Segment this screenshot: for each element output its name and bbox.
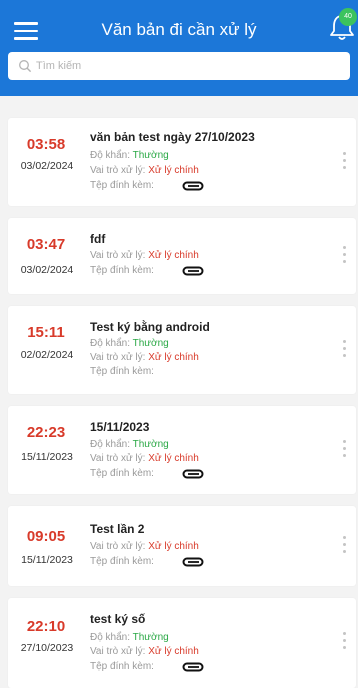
item-date: 15/11/2023 [21, 451, 73, 463]
item-time: 03:58 [26, 136, 66, 153]
list-item[interactable]: 03:47 03/02/2024 fdf Vai trò xử lý: Xử l… [8, 218, 356, 294]
urgency-row: Độ khẩn: Thường [90, 439, 169, 450]
role-row: Vai trò xử lý: Xử lý chính [90, 250, 199, 261]
item-title: văn bản test ngày 27/10/2023 [90, 130, 255, 144]
list-item[interactable]: 22:10 27/10/2023 test ký số Độ khẩn: Thư… [8, 598, 356, 688]
urgency-row: Độ khẩn: Thường [90, 338, 169, 349]
page-title: Văn bản đi cần xử lý [101, 20, 257, 39]
more-vertical-icon[interactable] [342, 536, 348, 556]
list-item[interactable]: 09:05 15/11/2023 Test lần 2 Vai trò xử l… [8, 506, 356, 586]
more-vertical-icon[interactable] [342, 440, 348, 460]
attachment-row: Tệp đính kèm: [90, 661, 154, 672]
more-vertical-icon[interactable] [342, 632, 348, 652]
item-time: 03:47 [26, 236, 66, 253]
search-bar[interactable] [8, 52, 350, 80]
paperclip-icon[interactable] [182, 266, 204, 276]
item-time: 22:10 [26, 618, 66, 635]
item-time: 22:23 [26, 424, 66, 441]
paperclip-icon[interactable] [182, 469, 204, 479]
search-input[interactable] [36, 56, 336, 76]
paperclip-icon[interactable] [182, 181, 204, 191]
item-time: 09:05 [26, 528, 66, 545]
item-title: fdf [90, 232, 106, 246]
list-item[interactable]: 22:23 15/11/2023 15/11/2023 Độ khẩn: Thư… [8, 406, 356, 494]
attachment-row: Tệp đính kèm: [90, 556, 154, 567]
role-row: Vai trò xử lý: Xử lý chính [90, 352, 199, 363]
paperclip-icon[interactable] [182, 662, 204, 672]
item-date: 02/02/2024 [20, 349, 74, 361]
urgency-row: Độ khẩn: Thường [90, 632, 169, 643]
search-icon [19, 60, 32, 73]
role-row: Vai trò xử lý: Xử lý chính [90, 541, 199, 552]
item-date: 03/02/2024 [20, 160, 74, 172]
item-title: Test ký bằng android [90, 320, 210, 334]
role-row: Vai trò xử lý: Xử lý chính [90, 646, 199, 657]
list-item[interactable]: 03:58 03/02/2024 văn bản test ngày 27/10… [8, 118, 356, 206]
attachment-row: Tệp đính kèm: [90, 180, 154, 191]
more-vertical-icon[interactable] [342, 340, 348, 360]
item-title: Test lần 2 [90, 522, 145, 536]
list-item[interactable]: 15:11 02/02/2024 Test ký bằng android Độ… [8, 306, 356, 394]
item-date: 27/10/2023 [20, 642, 74, 654]
app-header: Văn bản đi cần xử lý 40 [0, 0, 358, 96]
paperclip-icon[interactable] [182, 557, 204, 567]
attachment-row: Tệp đính kèm: [90, 468, 154, 479]
notification-badge: 40 [339, 8, 357, 26]
role-row: Vai trò xử lý: Xử lý chính [90, 165, 199, 176]
more-vertical-icon[interactable] [342, 152, 348, 172]
more-vertical-icon[interactable] [342, 246, 348, 266]
item-date: 03/02/2024 [20, 264, 74, 276]
attachment-row: Tệp đính kèm: [90, 265, 154, 276]
item-title: test ký số [90, 612, 146, 626]
item-title: 15/11/2023 [90, 420, 150, 434]
menu-icon[interactable] [14, 22, 38, 40]
urgency-row: Độ khẩn: Thường [90, 150, 169, 161]
item-date: 15/11/2023 [21, 554, 73, 566]
attachment-row: Tệp đính kèm: [90, 366, 154, 377]
role-row: Vai trò xử lý: Xử lý chính [90, 453, 199, 464]
item-time: 15:11 [27, 324, 65, 341]
